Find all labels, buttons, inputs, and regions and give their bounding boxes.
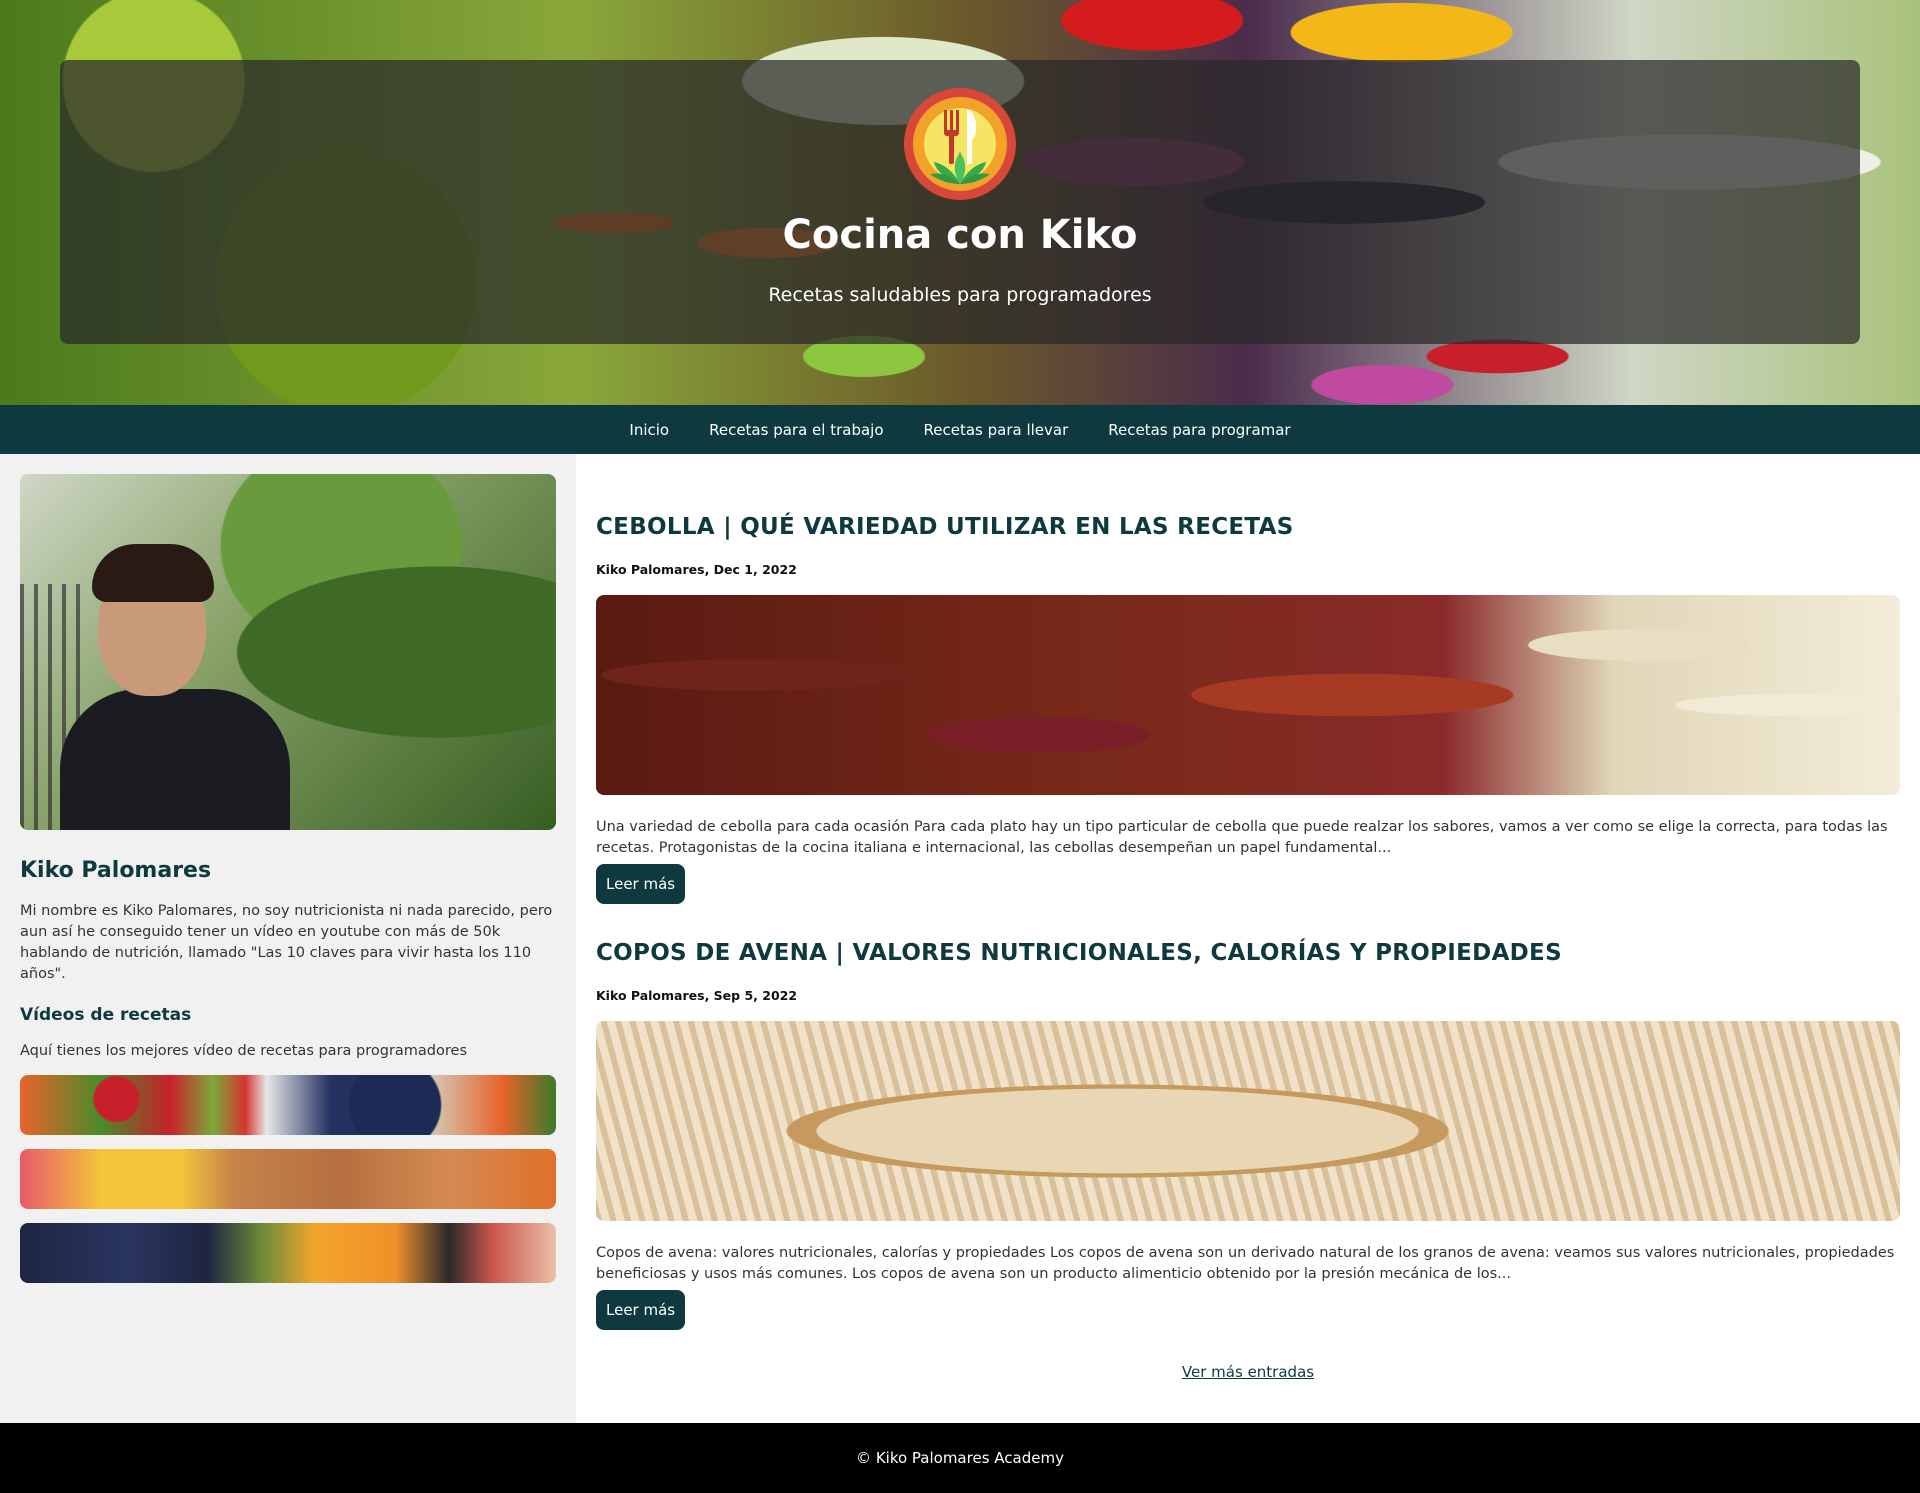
post-excerpt: Copos de avena: valores nutricionales, c… (596, 1245, 1895, 1282)
hero-panel: Cocina con Kiko Recetas saludables para … (60, 60, 1860, 344)
post-excerpt: Una variedad de cebolla para cada ocasió… (596, 819, 1888, 856)
video-thumbnail-2[interactable] (20, 1149, 556, 1209)
nav-item-recetas-programar[interactable]: Recetas para programar (1108, 421, 1290, 439)
nav-item-recetas-llevar[interactable]: Recetas para llevar (924, 421, 1069, 439)
posts-list: CEBOLLA | QUÉ VARIEDAD UTILIZAR EN LAS R… (576, 454, 1920, 1423)
post-title[interactable]: COPOS DE AVENA | VALORES NUTRICIONALES, … (596, 940, 1900, 966)
post-meta: Kiko Palomares, Sep 5, 2022 (596, 988, 798, 1003)
hero-banner: Cocina con Kiko Recetas saludables para … (0, 0, 1920, 405)
post-meta: Kiko Palomares, Dec 1, 2022 (596, 562, 797, 577)
main-nav: Inicio Recetas para el trabajo Recetas p… (0, 405, 1920, 454)
nav-item-recetas-trabajo[interactable]: Recetas para el trabajo (709, 421, 883, 439)
profile-photo (20, 474, 556, 830)
post-title[interactable]: CEBOLLA | QUÉ VARIEDAD UTILIZAR EN LAS R… (596, 514, 1900, 540)
site-title: Cocina con Kiko (782, 212, 1138, 258)
nav-item-inicio[interactable]: Inicio (629, 421, 669, 439)
read-more-button[interactable]: Leer más (596, 1290, 686, 1330)
video-thumbnail-1[interactable] (20, 1075, 556, 1135)
more-entries-link[interactable]: Ver más entradas (1182, 1363, 1314, 1381)
video-thumbnail-3[interactable] (20, 1223, 556, 1283)
post-image[interactable] (596, 595, 1900, 795)
post-image[interactable] (596, 1021, 1900, 1221)
post-card: COPOS DE AVENA | VALORES NUTRICIONALES, … (596, 940, 1900, 1330)
profile-bio: Mi nombre es Kiko Palomares, no soy nutr… (20, 903, 553, 982)
footer-copyright: © Kiko Palomares Academy (856, 1449, 1064, 1467)
sidebar: Kiko Palomares Mi nombre es Kiko Palomar… (0, 454, 576, 1423)
site-logo[interactable] (904, 88, 1016, 200)
footer: © Kiko Palomares Academy (0, 1423, 1920, 1493)
read-more-button[interactable]: Leer más (596, 864, 686, 904)
videos-title: Vídeos de recetas (20, 1005, 192, 1025)
videos-description: Aquí tienes los mejores vídeo de recetas… (20, 1043, 468, 1059)
fork-knife-lotus-icon (930, 110, 990, 184)
more-entries: Ver más entradas (596, 1362, 1900, 1381)
main-area: Kiko Palomares Mi nombre es Kiko Palomar… (0, 454, 1920, 1423)
post-card: CEBOLLA | QUÉ VARIEDAD UTILIZAR EN LAS R… (596, 514, 1900, 904)
site-subtitle: Recetas saludables para programadores (768, 284, 1152, 306)
profile-name: Kiko Palomares (20, 858, 212, 883)
